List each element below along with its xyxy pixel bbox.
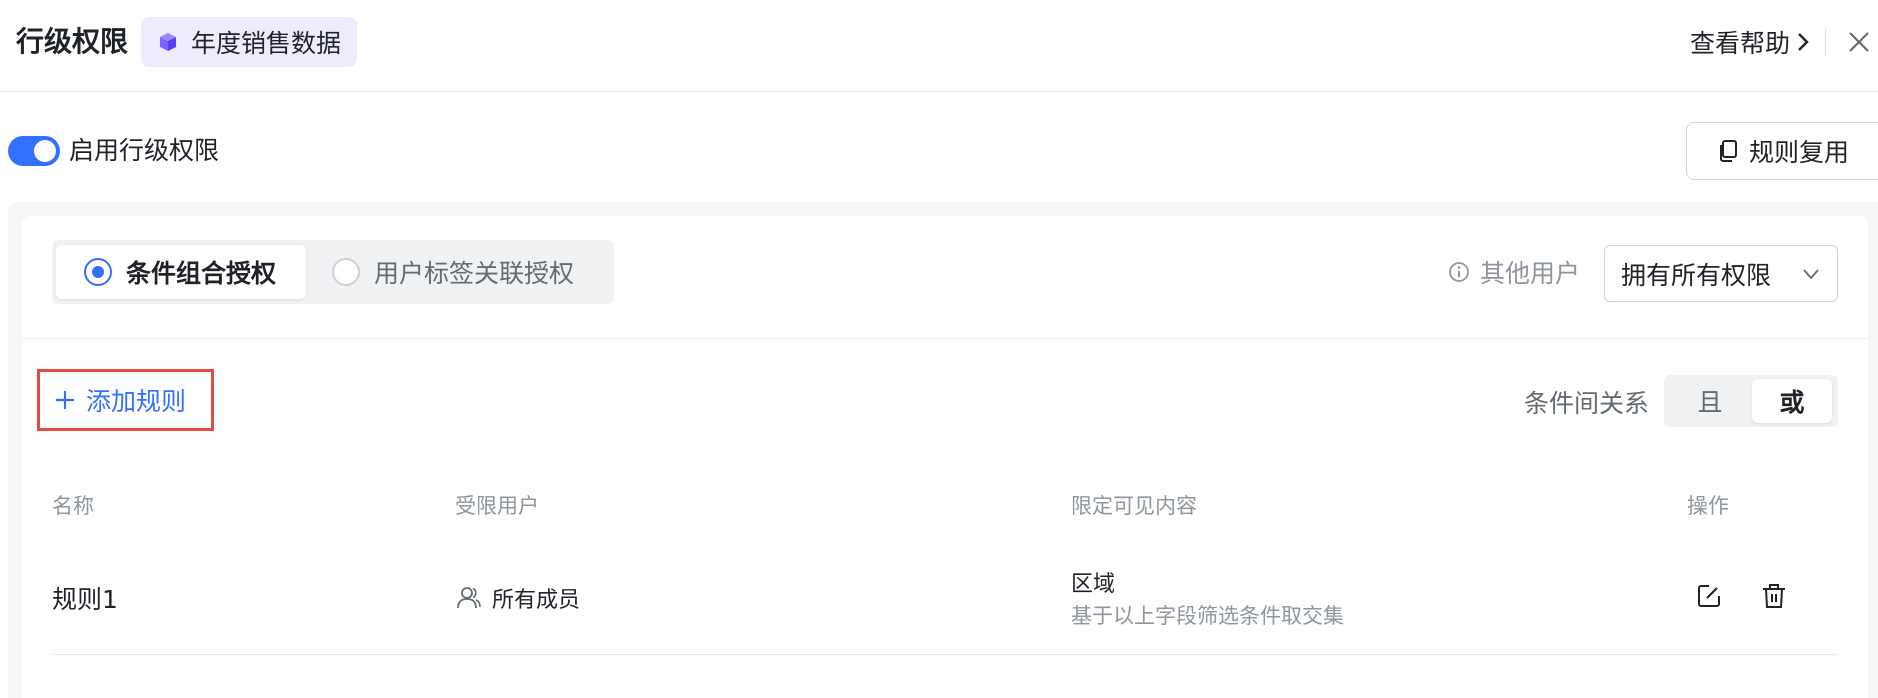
edit-rule-button[interactable] [1695, 582, 1723, 612]
help-link-label: 查看帮助 [1690, 29, 1791, 58]
toggle-knob [34, 140, 56, 162]
rule-name: 规则1 [52, 585, 118, 614]
rule-users-label: 所有成员 [492, 588, 581, 613]
auth-mode-condition[interactable]: 条件组合授权 [56, 245, 306, 299]
close-button[interactable] [1843, 26, 1875, 58]
auth-mode-user-tag[interactable]: 用户标签关联授权 [332, 245, 602, 299]
dataset-tag: 年度销售数据 [141, 17, 358, 67]
radio-unchecked [332, 258, 360, 286]
add-rule-button[interactable]: 添加规则 [37, 369, 214, 431]
rule-users: 所有成员 [456, 582, 580, 614]
info-icon [1449, 262, 1469, 282]
other-users-label: 其他用户 [1480, 259, 1581, 288]
rule-content-description: 基于以上字段筛选条件取交集 [1071, 604, 1344, 628]
page-title: 行级权限 [16, 25, 129, 58]
user-icon [457, 587, 481, 609]
condition-relation-switch: 且 或 [1664, 375, 1838, 427]
other-users-label-group: 其他用户 [1448, 254, 1580, 290]
enable-toggle-label: 启用行级权限 [69, 136, 220, 165]
auth-mode-switch: 条件组合授权 用户标签关联授权 [52, 240, 614, 304]
header-divider [1825, 28, 1826, 56]
delete-rule-button[interactable] [1760, 582, 1788, 612]
relation-option-and[interactable]: 且 [1670, 379, 1750, 423]
enable-toggle[interactable] [8, 136, 60, 166]
help-link[interactable]: 查看帮助 [1690, 24, 1810, 60]
chevron-down-icon [1803, 269, 1819, 280]
rule-content-field: 区域 [1071, 572, 1116, 597]
condition-relation-label: 条件间关系 [1524, 389, 1650, 418]
dataset-name: 年度销售数据 [191, 29, 342, 58]
column-header-content: 限定可见内容 [1071, 494, 1197, 518]
edit-icon [1698, 585, 1720, 607]
permission-select-value: 拥有所有权限 [1621, 260, 1772, 290]
radio-checked [84, 258, 112, 286]
column-header-actions: 操作 [1687, 494, 1729, 518]
auth-mode-label: 条件组合授权 [126, 259, 277, 288]
plus-icon [56, 391, 74, 409]
row-divider [52, 654, 1838, 655]
close-icon [1849, 32, 1869, 52]
copy-icon [1720, 140, 1737, 162]
trash-icon [1763, 584, 1785, 608]
auth-mode-label: 用户标签关联授权 [374, 259, 575, 288]
add-rule-label: 添加规则 [86, 387, 187, 416]
rule-reuse-button[interactable]: 规则复用 [1686, 122, 1878, 180]
cube-icon [155, 29, 181, 55]
relation-option-or[interactable]: 或 [1752, 379, 1832, 423]
chevron-right-icon [1798, 33, 1809, 51]
dialog-header: 行级权限 年度销售数据 查看帮助 [0, 0, 1878, 92]
column-header-users: 受限用户 [455, 494, 539, 518]
section-divider [22, 338, 1868, 339]
rule-reuse-label: 规则复用 [1749, 138, 1850, 167]
column-header-name: 名称 [52, 494, 94, 518]
other-users-permission-select[interactable]: 拥有所有权限 [1604, 245, 1838, 302]
